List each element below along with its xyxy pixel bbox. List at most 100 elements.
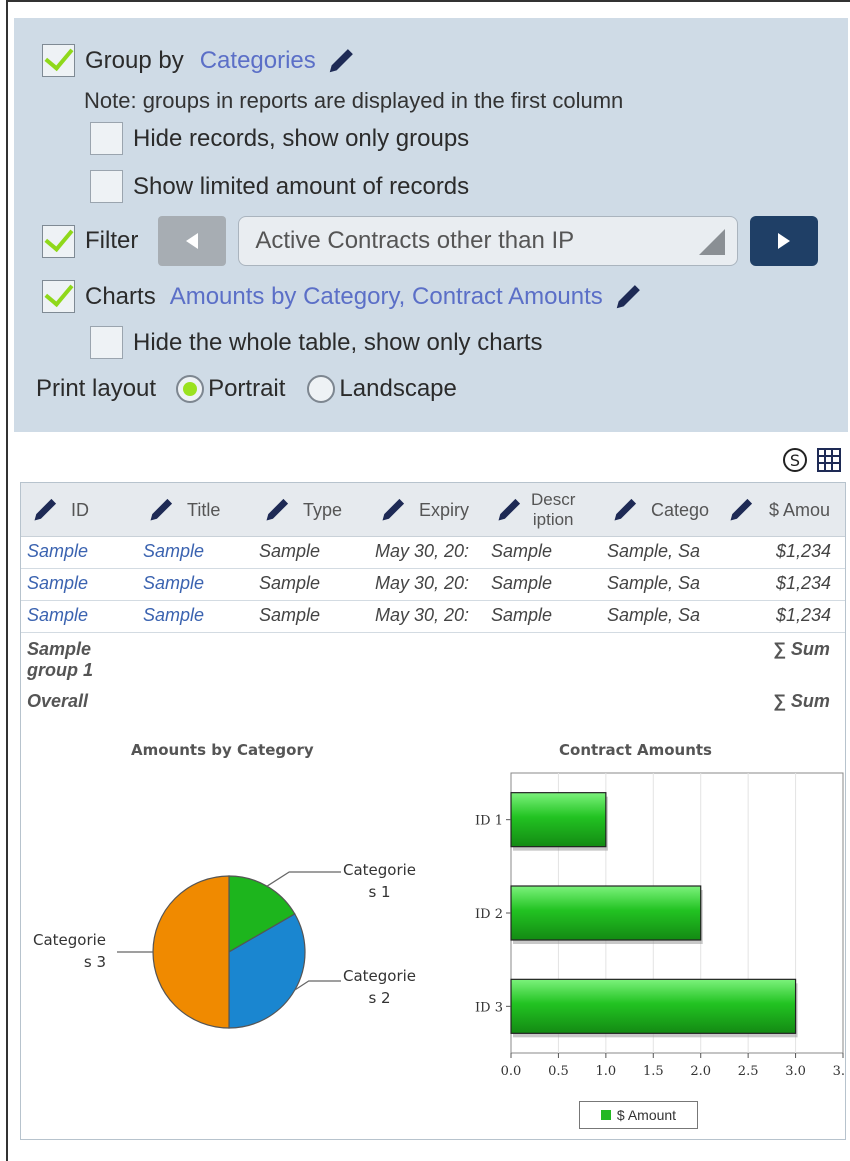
x-tick-label: 1.0	[596, 1064, 617, 1079]
filter-prev-button[interactable]	[158, 216, 227, 266]
pie-chart-title: Amounts by Category	[131, 741, 314, 759]
hide-records-row: Hide records, show only groups	[90, 122, 469, 155]
sum-toggle-icon[interactable]: S	[782, 447, 808, 473]
pie-leader-line	[294, 980, 341, 991]
limited-records-row: Show limited amount of records	[90, 170, 469, 203]
cell-description: Sample	[491, 605, 553, 625]
grid-view-icon[interactable]	[816, 447, 842, 473]
column-label-line2: iption	[532, 510, 574, 529]
report-preview: ID Title Type Expiry Descr iption Catego	[20, 482, 846, 1140]
legend-label: $ Amount	[616, 1107, 677, 1123]
column-label: Catego	[651, 499, 710, 520]
table-row[interactable]: Sample Sample Sample May 30, 20: Sample …	[21, 569, 845, 601]
cell-description: Sample	[491, 541, 553, 561]
cell-amount: $1,234	[776, 605, 832, 625]
charts-value-link[interactable]: Amounts by Category, Contract Amounts	[170, 283, 603, 311]
y-tick-label: ID 3	[475, 1000, 503, 1015]
column-label-line1: Descr	[531, 490, 576, 509]
arrow-left-icon	[186, 233, 199, 249]
edit-pencil-icon[interactable]	[31, 496, 59, 524]
pie-label-categories-3: Categorie s 3	[33, 929, 106, 973]
bar-id-1	[510, 792, 607, 848]
cell-title: Sample	[143, 541, 205, 561]
landscape-label[interactable]: Landscape	[339, 375, 456, 403]
edit-pencil-icon[interactable]	[379, 496, 407, 524]
column-label: ID	[71, 499, 89, 520]
group-by-row: Group by Categories	[42, 44, 356, 77]
pie-label-line: Categorie	[33, 931, 107, 949]
cell-category: Sample, Sa	[607, 541, 701, 561]
bar-id-2	[510, 885, 702, 941]
cell-title: Sample	[143, 573, 205, 593]
dropdown-arrow-icon	[699, 229, 726, 255]
cell-expiry: May 30, 20:	[375, 573, 470, 593]
cell-id[interactable]: Sample	[27, 573, 135, 594]
column-header-type[interactable]: Type	[263, 483, 369, 537]
overall-sum: ∑ Sum	[773, 691, 830, 711]
edit-pencil-icon[interactable]	[263, 496, 291, 524]
limited-records-checkbox[interactable]	[90, 170, 123, 203]
edit-pencil-icon[interactable]	[613, 282, 643, 312]
group-label-line1: Sample	[27, 639, 92, 659]
column-header-expiry[interactable]: Expiry	[379, 483, 487, 537]
table-row[interactable]: Sample Sample Sample May 30, 20: Sample …	[21, 537, 845, 569]
table-row[interactable]: Sample Sample Sample May 30, 20: Sample …	[21, 601, 845, 633]
cell-amount: $1,234	[776, 573, 832, 593]
cell-amount: $1,234	[776, 541, 832, 561]
hide-table-checkbox[interactable]	[90, 326, 123, 359]
cell-id[interactable]: Sample	[27, 541, 135, 562]
x-tick-label: 0.0	[501, 1064, 522, 1079]
charts-checkbox[interactable]	[42, 280, 75, 313]
cell-id[interactable]: Sample	[27, 605, 135, 626]
table-tools: S	[782, 447, 842, 473]
cell-expiry: May 30, 20:	[375, 605, 470, 625]
portrait-label[interactable]: Portrait	[208, 375, 285, 403]
pie-label-line: Categorie	[343, 967, 417, 985]
column-header-title[interactable]: Title	[147, 483, 255, 537]
group-label-line2: group 1	[27, 660, 93, 680]
landscape-radio[interactable]	[307, 375, 336, 403]
limited-records-label: Show limited amount of records	[133, 172, 470, 200]
filter-select[interactable]: Active Contracts other than IP	[238, 216, 739, 266]
print-layout-label: Print layout	[36, 375, 157, 402]
edit-pencil-icon[interactable]	[611, 496, 639, 524]
column-header-id[interactable]: ID	[31, 483, 141, 537]
legend-swatch	[600, 1110, 611, 1120]
portrait-radio[interactable]	[176, 375, 205, 403]
pie-label-categories-2: Categorie s 2	[343, 965, 416, 1009]
bar-chart-title: Contract Amounts	[559, 741, 712, 759]
pie-label-line: s 1	[368, 883, 391, 901]
hide-records-checkbox[interactable]	[90, 122, 123, 155]
arrow-right-icon	[778, 233, 791, 249]
edit-pencil-icon[interactable]	[495, 496, 523, 524]
cell-category: Sample, Sa	[607, 573, 701, 593]
pie-slice-3	[152, 875, 230, 1029]
column-label: Title	[187, 499, 221, 520]
pie-label-line: s 3	[83, 953, 107, 971]
y-tick-label: ID 1	[475, 814, 503, 829]
column-header-amount[interactable]: $ Amou	[727, 483, 845, 537]
charts-label: Charts	[85, 282, 156, 310]
edit-pencil-icon[interactable]	[326, 46, 356, 76]
hide-table-label: Hide the whole table, show only charts	[133, 328, 543, 356]
group-by-value-link[interactable]: Categories	[200, 47, 316, 75]
column-header-description[interactable]: Descr iption	[495, 483, 605, 537]
edit-pencil-icon[interactable]	[727, 496, 755, 524]
x-tick-label: 0.5	[548, 1064, 569, 1079]
x-tick-label: 2.0	[690, 1064, 711, 1079]
filter-label: Filter	[85, 227, 139, 254]
group-by-checkbox[interactable]	[42, 44, 75, 77]
filter-next-button[interactable]	[750, 216, 819, 266]
bar-id-3	[510, 978, 797, 1034]
hide-records-label: Hide records, show only groups	[133, 124, 470, 152]
filter-checkbox[interactable]	[42, 224, 75, 258]
table-header: ID Title Type Expiry Descr iption Catego	[21, 483, 845, 537]
edit-pencil-icon[interactable]	[147, 496, 175, 524]
cell-category: Sample, Sa	[607, 605, 701, 625]
filter-selected-value: Active Contracts other than IP	[255, 227, 575, 254]
pie-leader-line	[266, 871, 341, 887]
x-tick-label: 1.5	[643, 1064, 664, 1079]
bar-chart: 0.0 0.5 1.0 1.5 2.0 2.5 3.0 3.5 ID 1 ID 2 ID 3	[475, 772, 845, 1079]
y-tick-label: ID 2	[475, 907, 503, 922]
column-header-category[interactable]: Catego	[611, 483, 719, 537]
